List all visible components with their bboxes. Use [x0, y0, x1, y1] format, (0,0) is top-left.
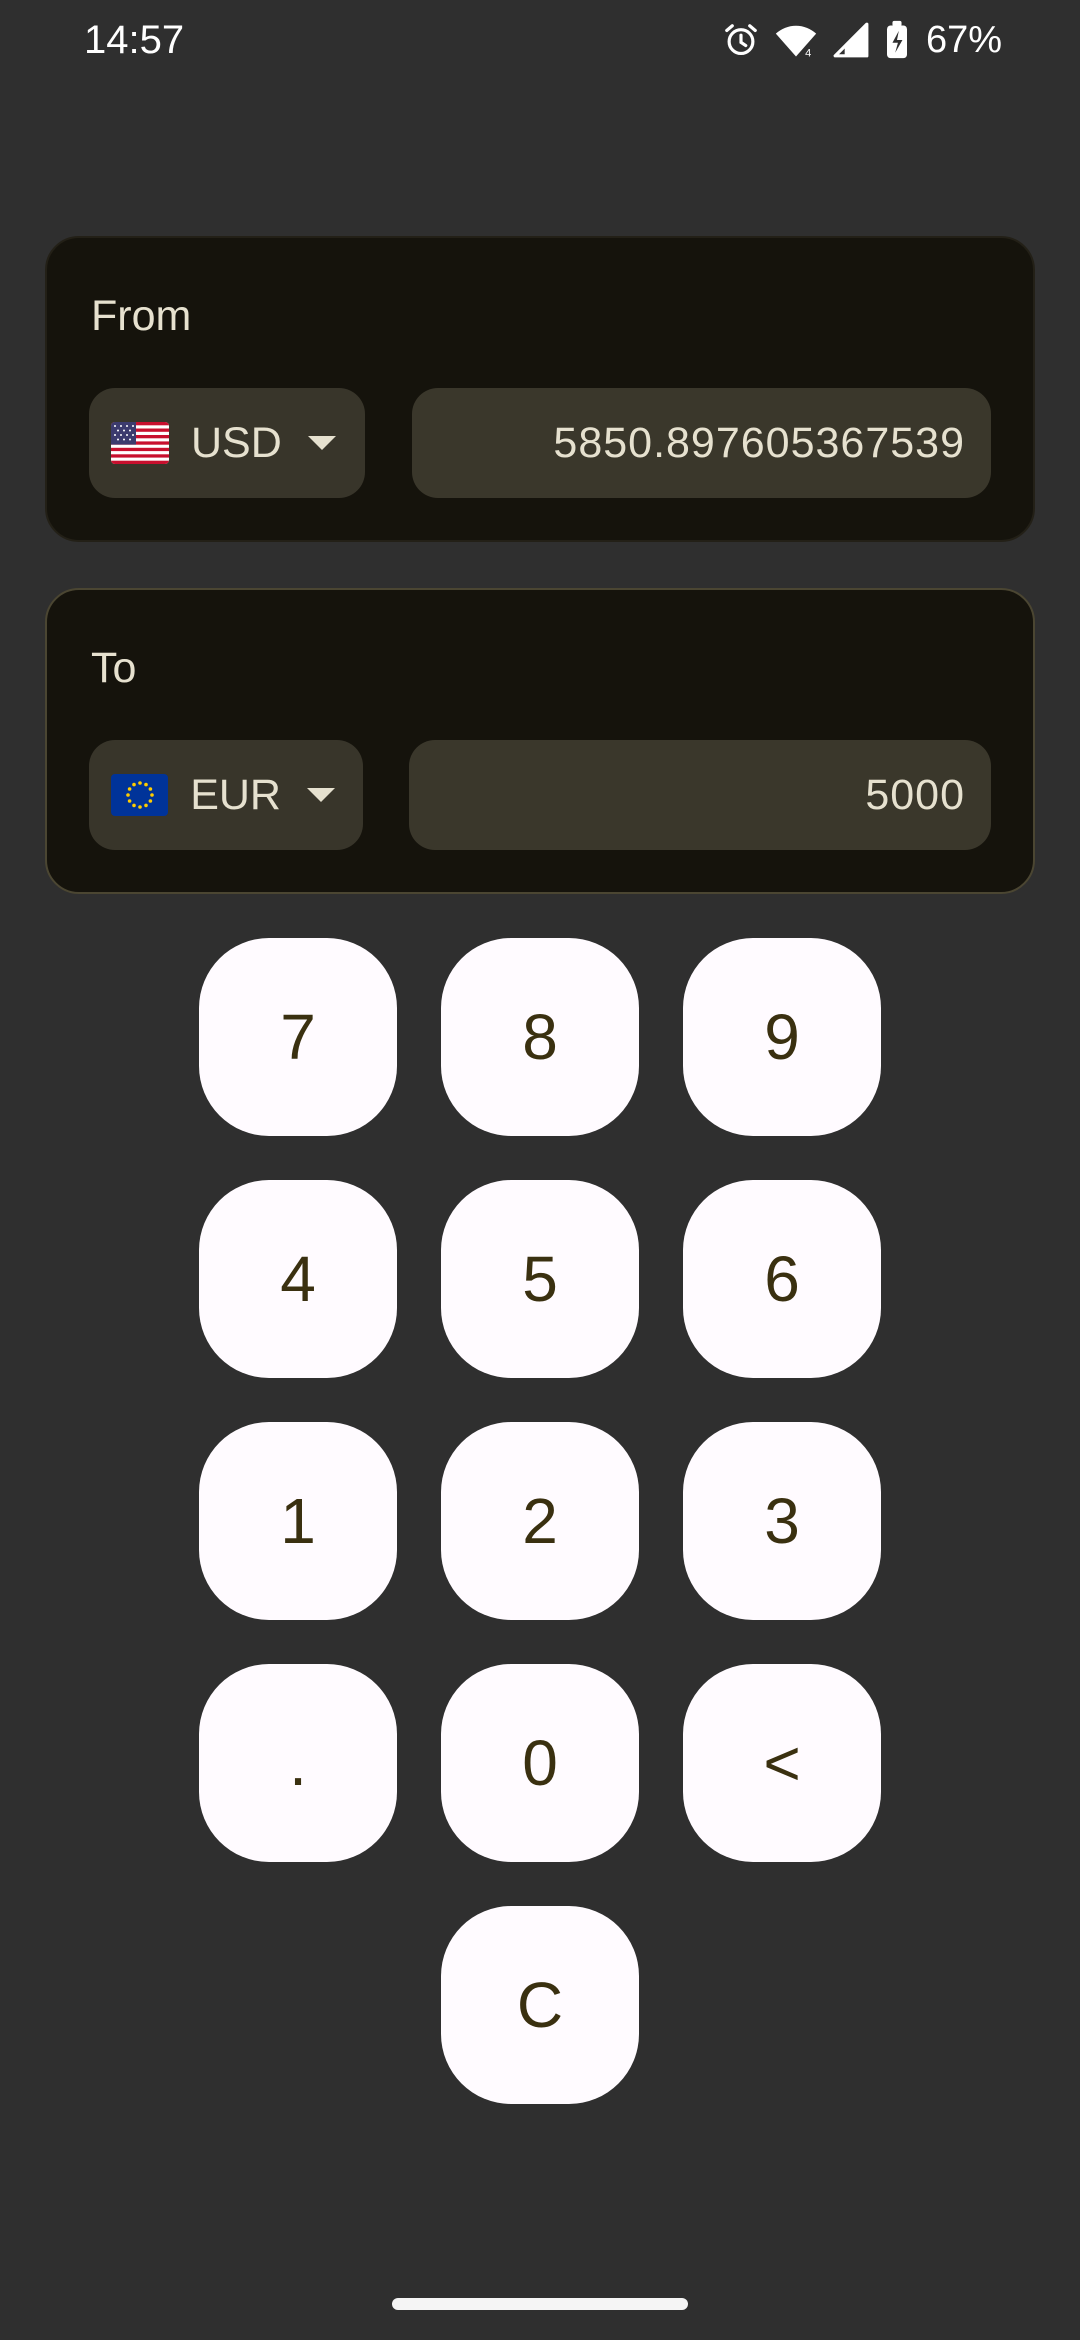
us-flag-icon	[111, 422, 169, 464]
to-card: To EUR 5000	[45, 588, 1035, 894]
key-7[interactable]: 7	[199, 938, 397, 1136]
key-1[interactable]: 1	[199, 1422, 397, 1620]
home-indicator[interactable]	[392, 2298, 688, 2310]
status-bar: 14:57 4 67%	[0, 0, 1080, 80]
alarm-icon	[722, 21, 760, 59]
wifi-icon: 4	[774, 21, 818, 59]
key-8[interactable]: 8	[441, 938, 639, 1136]
to-currency-code: EUR	[190, 771, 281, 819]
from-card: From USD 5850.897605367539	[45, 236, 1035, 542]
to-amount-field[interactable]: 5000	[409, 740, 991, 850]
key-decimal[interactable]: .	[199, 1664, 397, 1862]
status-icons: 4 67%	[722, 16, 1002, 64]
key-clear[interactable]: C	[441, 1906, 639, 2104]
chevron-down-icon	[307, 436, 336, 450]
from-amount-field[interactable]: 5850.897605367539	[412, 388, 991, 498]
key-backspace[interactable]: <	[683, 1664, 881, 1862]
key-0[interactable]: 0	[441, 1664, 639, 1862]
key-3[interactable]: 3	[683, 1422, 881, 1620]
to-currency-dropdown[interactable]: EUR	[89, 740, 363, 850]
key-5[interactable]: 5	[441, 1180, 639, 1378]
key-4[interactable]: 4	[199, 1180, 397, 1378]
signal-icon	[832, 21, 870, 59]
eu-flag-icon	[111, 774, 169, 816]
key-2[interactable]: 2	[441, 1422, 639, 1620]
to-label: To	[91, 644, 137, 692]
from-currency-dropdown[interactable]: USD	[89, 388, 365, 498]
battery-percent: 67%	[925, 19, 1002, 61]
from-label: From	[91, 292, 192, 340]
svg-text:4: 4	[805, 48, 811, 59]
key-9[interactable]: 9	[683, 938, 881, 1136]
from-currency-code: USD	[191, 419, 282, 467]
battery-charging-icon	[884, 20, 910, 60]
status-time: 14:57	[84, 18, 185, 62]
key-6[interactable]: 6	[683, 1180, 881, 1378]
chevron-down-icon	[307, 788, 335, 802]
